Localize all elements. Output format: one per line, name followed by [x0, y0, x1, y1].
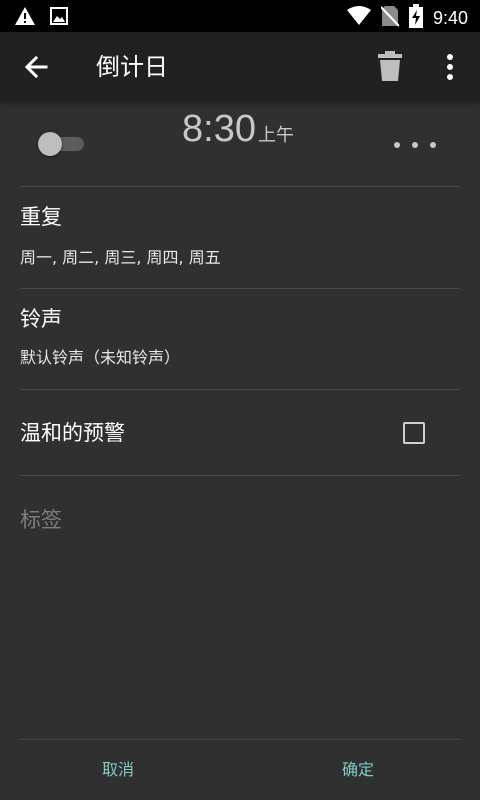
- confirm-button[interactable]: 确定: [342, 756, 374, 784]
- divider: [20, 475, 460, 476]
- status-left: [14, 6, 68, 30]
- label-input[interactable]: [20, 500, 460, 540]
- repeat-row[interactable]: [0, 187, 480, 288]
- ringtone-title: 铃声: [20, 307, 62, 331]
- more-vert-icon[interactable]: [436, 50, 464, 84]
- status-right: 9:40: [346, 4, 468, 32]
- warning-icon: [14, 6, 36, 30]
- alarm-time-value: 8:30: [182, 108, 256, 150]
- status-time: 9:40: [432, 8, 468, 28]
- repeat-value: 周一, 周二, 周三, 周四, 周五: [20, 248, 221, 267]
- ringtone-value: 默认铃声（未知铃声）: [20, 348, 181, 367]
- alarm-time[interactable]: 8:30 上午: [182, 104, 294, 154]
- gentle-alarm-title: 温和的预警: [20, 421, 125, 445]
- page-title: 倒计日: [96, 53, 168, 81]
- trash-icon[interactable]: [376, 50, 404, 82]
- toolbar: 倒计日: [0, 32, 480, 102]
- image-icon: [50, 7, 68, 29]
- alarm-edit-screen: 9:40 倒计日 8:30 上午 重复 周一, 周二, 周三, 周四, 周五 铃声…: [0, 0, 480, 800]
- alarm-ampm: 上午: [257, 125, 294, 146]
- dot: [394, 142, 400, 148]
- repeat-title: 重复: [20, 205, 62, 229]
- divider: [20, 739, 460, 740]
- more-horiz-icon[interactable]: [394, 138, 436, 152]
- cancel-button[interactable]: 取消: [102, 756, 134, 784]
- ringtone-row[interactable]: [0, 289, 480, 389]
- dot: [430, 142, 436, 148]
- gentle-alarm-checkbox[interactable]: [403, 422, 425, 444]
- dot: [412, 142, 418, 148]
- wifi-icon: [346, 5, 371, 31]
- no-sim-icon: [380, 5, 400, 31]
- battery-charging-icon: [408, 4, 423, 32]
- arrow-left-icon[interactable]: [22, 52, 52, 82]
- switch-thumb: [38, 132, 62, 156]
- status-bar: 9:40: [0, 0, 480, 32]
- alarm-enabled-switch[interactable]: [36, 130, 88, 158]
